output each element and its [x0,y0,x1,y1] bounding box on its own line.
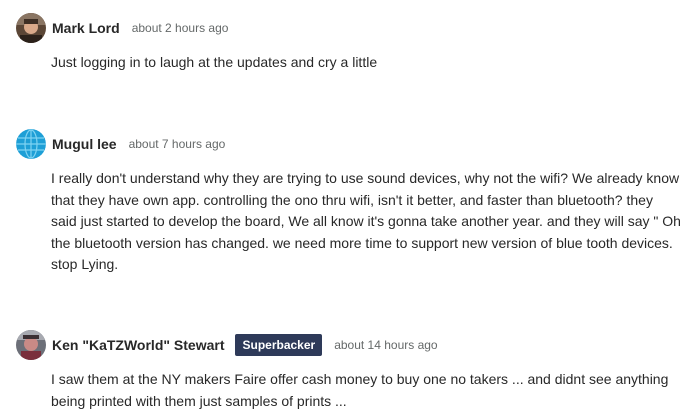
globe-avatar-icon [16,129,46,159]
comment-header: Mark Lord about 2 hours ago [16,13,676,43]
comment-timestamp[interactable]: about 7 hours ago [129,137,226,151]
avatar[interactable] [16,330,46,360]
comment-body: Just logging in to laugh at the updates … [51,54,378,70]
comment-header: Mugul lee about 7 hours ago [16,129,676,159]
comment-body: I saw them at the NY makers Faire offer … [51,371,669,409]
comment-timestamp[interactable]: about 2 hours ago [132,21,229,35]
user-photo-icon [16,13,46,43]
author-name[interactable]: Mark Lord [52,20,120,36]
comment-timestamp[interactable]: about 14 hours ago [334,338,437,352]
comment-item: Mugul lee about 7 hours ago I really don… [16,129,680,276]
comment-item: Ken "KaTZWorld" Stewart Superbacker abou… [16,330,676,412]
comment-item: Mark Lord about 2 hours ago Just logging… [16,13,676,74]
user-photo-icon [16,330,46,360]
comment-body: I really don't understand why they are t… [51,170,680,272]
comment-header: Ken "KaTZWorld" Stewart Superbacker abou… [16,330,676,360]
superbacker-badge: Superbacker [235,334,323,356]
author-name[interactable]: Ken "KaTZWorld" Stewart [52,337,224,353]
avatar[interactable] [16,13,46,43]
avatar[interactable] [16,129,46,159]
author-name[interactable]: Mugul lee [52,136,117,152]
